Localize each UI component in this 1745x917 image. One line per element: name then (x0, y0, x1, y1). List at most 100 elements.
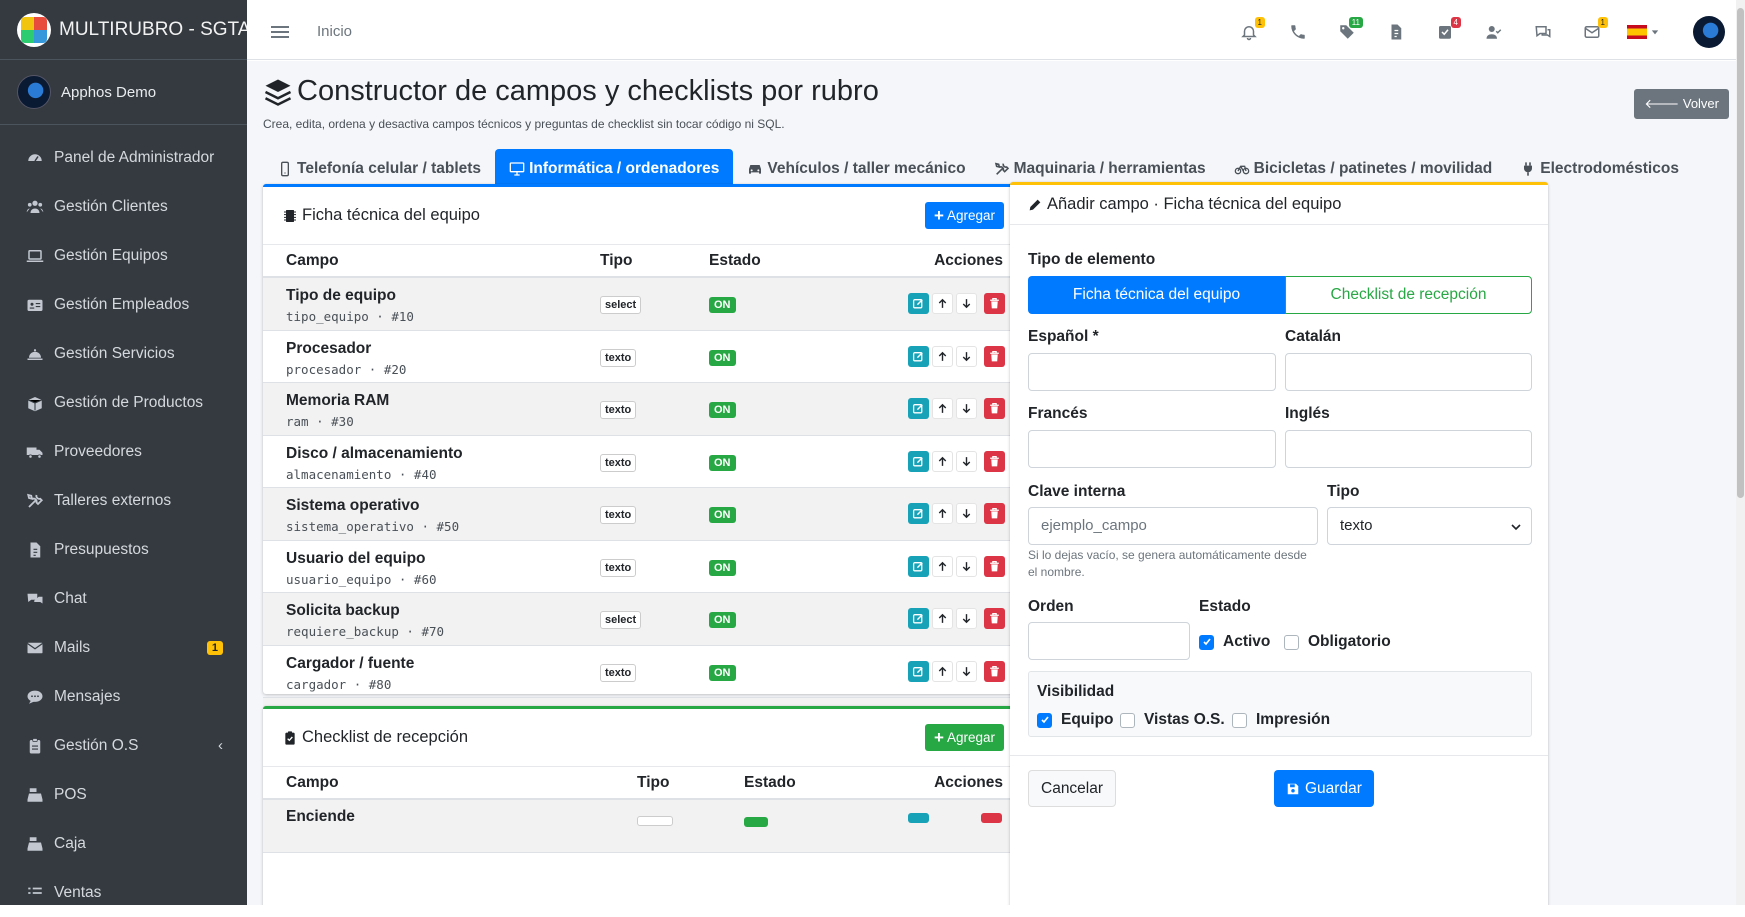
sidebar-item-proveedores[interactable]: Proveedores (0, 427, 247, 476)
edit-button[interactable] (908, 813, 929, 823)
move-up-button[interactable] (932, 346, 953, 367)
sidebar-item-gestión-servicios[interactable]: Gestión Servicios (0, 329, 247, 378)
mail-icon[interactable]: 1 (1572, 12, 1612, 52)
status-badge[interactable]: ON (709, 350, 736, 366)
status-badge[interactable]: ON (709, 560, 736, 576)
sidebar-item-gestión-o-s[interactable]: Gestión O.S‹ (0, 721, 247, 770)
impresion-checkbox[interactable]: Impresión (1232, 711, 1330, 729)
frances-input[interactable] (1028, 430, 1276, 468)
phone-icon[interactable] (1278, 12, 1318, 52)
save-button[interactable]: Guardar (1274, 770, 1374, 807)
activo-checkbox[interactable]: Activo (1199, 633, 1270, 651)
status-badge[interactable]: ON (709, 455, 736, 471)
add-checklist-button[interactable]: +Agregar (925, 724, 1004, 751)
edit-button[interactable] (908, 608, 929, 629)
catalan-input[interactable] (1285, 353, 1532, 391)
move-down-button[interactable] (956, 398, 977, 419)
invoice-icon[interactable] (1376, 12, 1416, 52)
sidebar-item-caja[interactable]: Caja (0, 819, 247, 868)
tab-3[interactable]: Vehículos / taller mecánico (733, 149, 979, 189)
delete-button[interactable] (981, 813, 1002, 823)
move-up-button[interactable] (932, 661, 953, 682)
comments-icon[interactable] (1523, 12, 1563, 52)
tab-2[interactable]: Informática / ordenadores (495, 149, 733, 189)
cancel-button[interactable]: Cancelar (1028, 770, 1116, 807)
bell-icon[interactable]: 1 (1229, 12, 1269, 52)
move-up-button[interactable] (932, 608, 953, 629)
delete-button[interactable] (984, 451, 1005, 472)
edit-button[interactable] (908, 556, 929, 577)
menu-toggle-icon[interactable] (271, 26, 289, 38)
sidebar-item-panel-de-administrador[interactable]: Panel de Administrador (0, 133, 247, 182)
ingles-input[interactable] (1285, 430, 1532, 468)
move-down-button[interactable] (956, 503, 977, 524)
delete-button[interactable] (984, 608, 1005, 629)
delete-button[interactable] (984, 661, 1005, 682)
sidebar-item-mensajes[interactable]: Mensajes (0, 672, 247, 721)
delete-button[interactable] (984, 398, 1005, 419)
move-up-button[interactable] (932, 293, 953, 314)
move-up-button[interactable] (932, 503, 953, 524)
delete-button[interactable] (984, 503, 1005, 524)
plug-icon (1520, 161, 1536, 177)
tags-icon[interactable]: 11 (1327, 12, 1367, 52)
status-badge[interactable]: ON (709, 297, 736, 313)
delete-button[interactable] (984, 556, 1005, 577)
edit-button[interactable] (908, 293, 929, 314)
brand[interactable]: MULTIRUBRO - SGTA OS (0, 0, 247, 60)
espanol-input[interactable] (1028, 353, 1276, 391)
sidebar-item-label: Talleres externos (54, 492, 171, 510)
chevron-left-icon[interactable]: ‹ (218, 737, 223, 754)
sidebar-item-pos[interactable]: POS (0, 770, 247, 819)
edit-button[interactable] (908, 503, 929, 524)
obligatorio-checkbox[interactable]: Obligatorio (1284, 633, 1391, 651)
clave-input[interactable]: ejemplo_campo (1028, 507, 1318, 545)
segment-checklist[interactable]: Checklist de recepción (1285, 276, 1532, 314)
move-down-button[interactable] (956, 451, 977, 472)
back-button[interactable]: 🡐 Volver (1634, 89, 1729, 119)
ficha-table-body: Tipo de equipotipo_equipo · #10selectONP… (263, 278, 1023, 751)
sidebar-item-talleres-externos[interactable]: Talleres externos (0, 476, 247, 525)
orden-input[interactable] (1028, 622, 1190, 660)
sidebar-item-ventas[interactable]: Ventas (0, 868, 247, 917)
add-ficha-button[interactable]: +Agregar (925, 202, 1004, 229)
home-link[interactable]: Inicio (317, 23, 352, 40)
sidebar-item-chat[interactable]: Chat (0, 574, 247, 623)
delete-button[interactable] (984, 293, 1005, 314)
edit-button[interactable] (908, 346, 929, 367)
status-badge[interactable]: ON (709, 665, 736, 681)
move-down-button[interactable] (956, 556, 977, 577)
edit-button[interactable] (908, 661, 929, 682)
move-down-button[interactable] (956, 346, 977, 367)
edit-button[interactable] (908, 451, 929, 472)
user-check-icon[interactable] (1474, 12, 1514, 52)
status-badge[interactable]: ON (709, 402, 736, 418)
sidebar-item-presupuestos[interactable]: Presupuestos (0, 525, 247, 574)
edit-button[interactable] (908, 398, 929, 419)
move-up-button[interactable] (932, 556, 953, 577)
vistas-checkbox[interactable]: Vistas O.S. (1120, 711, 1225, 729)
user-panel[interactable]: Apphos Demo (0, 60, 247, 125)
tasks-icon[interactable]: 4 (1425, 12, 1465, 52)
user-avatar[interactable] (1693, 16, 1725, 48)
equipo-checkbox[interactable]: Equipo (1037, 711, 1114, 729)
table-row[interactable]: Enciende (263, 800, 1023, 853)
page-scrollbar[interactable] (1736, 0, 1745, 905)
tipo-select[interactable]: texto (1327, 507, 1532, 545)
sidebar-item-gestión-equipos[interactable]: Gestión Equipos (0, 231, 247, 280)
sidebar-item-gestión-de-productos[interactable]: Gestión de Productos (0, 378, 247, 427)
move-down-button[interactable] (956, 608, 977, 629)
delete-button[interactable] (984, 346, 1005, 367)
move-down-button[interactable] (956, 293, 977, 314)
tab-1[interactable]: Telefonía celular / tablets (263, 149, 495, 189)
status-badge[interactable]: ON (709, 612, 736, 628)
move-up-button[interactable] (932, 398, 953, 419)
sidebar-item-gestión-empleados[interactable]: Gestión Empleados (0, 280, 247, 329)
status-badge[interactable]: ON (709, 507, 736, 523)
move-up-button[interactable] (932, 451, 953, 472)
move-down-button[interactable] (956, 661, 977, 682)
segment-ficha[interactable]: Ficha técnica del equipo (1028, 276, 1285, 314)
sidebar-item-gestión-clientes[interactable]: Gestión Clientes (0, 182, 247, 231)
language-selector[interactable] (1621, 12, 1665, 52)
sidebar-item-mails[interactable]: Mails1 (0, 623, 247, 672)
